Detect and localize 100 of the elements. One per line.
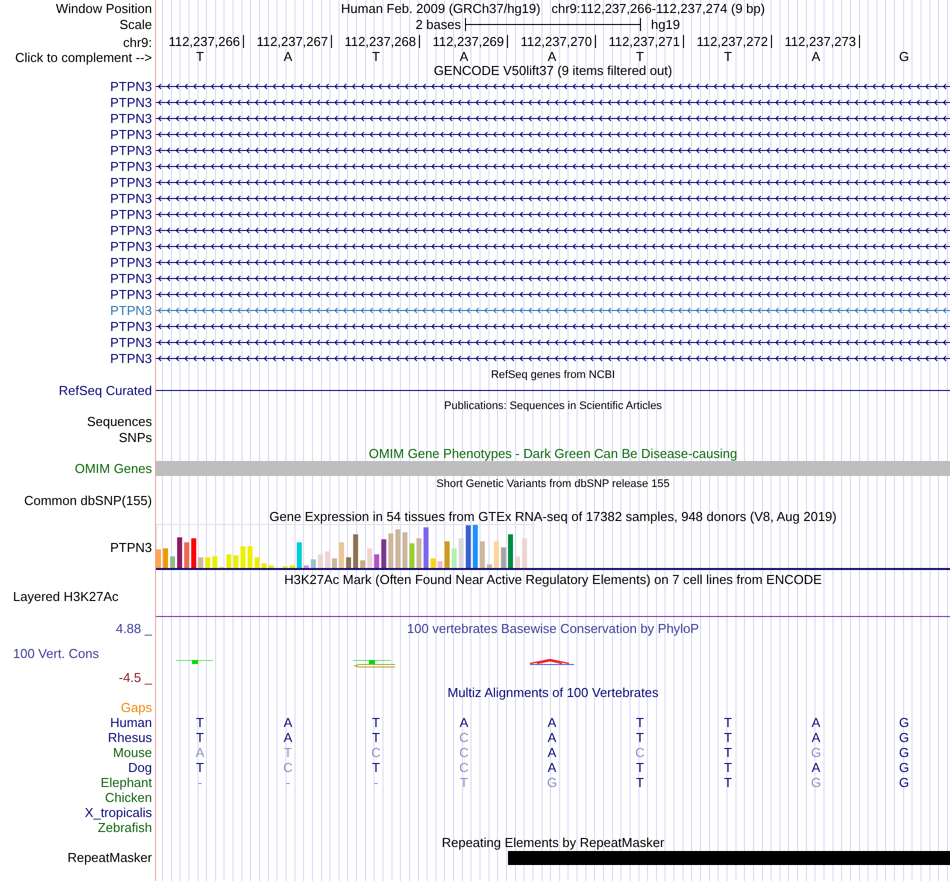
- aligned-base: A: [196, 746, 204, 760]
- gene-line[interactable]: [156, 164, 950, 170]
- track-label[interactable]: 100 Vert. Cons: [13, 646, 99, 660]
- scale-label: Scale: [119, 16, 152, 32]
- track-label[interactable]: Sequences: [86, 414, 152, 429]
- gene-line[interactable]: [156, 340, 950, 346]
- base-letter: A: [460, 50, 468, 64]
- aligned-base: T: [636, 776, 644, 790]
- conservation-score-mark: [176, 660, 214, 664]
- aligned-base: A: [548, 730, 556, 744]
- track-title: Short Genetic Variants from dbSNP release 155: [436, 476, 670, 492]
- gene-line[interactable]: [156, 116, 950, 122]
- aligned-base: A: [812, 716, 820, 730]
- omim-feature-bar[interactable]: [156, 461, 950, 476]
- track-title: 100 vertebrates Basewise Conservation by PhyloP: [407, 620, 699, 636]
- aligned-base: T: [724, 730, 732, 744]
- scale-length-label: 2 bases: [415, 16, 461, 32]
- track-title: Repeating Elements by RepeatMasker: [442, 835, 664, 850]
- aligned-base: C: [635, 746, 645, 760]
- expression-bar[interactable]: [381, 539, 386, 568]
- conservation-score-mark: [529, 658, 574, 665]
- genome-position: chr9:112,237,266-112,237,274 (9 bp): [551, 0, 765, 16]
- coordinate-label: 112,237,269: [432, 35, 508, 48]
- aligned-base: G: [810, 746, 822, 760]
- gene-line[interactable]: [156, 292, 950, 298]
- expression-bar[interactable]: [353, 534, 358, 568]
- gene-label[interactable]: PTPN3: [110, 302, 152, 318]
- aligned-base: -: [286, 776, 290, 790]
- base-letter: A: [284, 50, 292, 64]
- track-title: Publications: Sequences in Scientific Articles: [444, 398, 662, 414]
- gene-label[interactable]: PTPN3: [110, 142, 152, 158]
- gene-label[interactable]: PTPN3: [110, 222, 152, 238]
- base-letter: T: [372, 50, 380, 64]
- gene-line[interactable]: [156, 276, 950, 282]
- aligned-base: T: [724, 776, 732, 790]
- gene-label[interactable]: PTPN3: [110, 94, 152, 110]
- gene-line[interactable]: [156, 260, 950, 266]
- aligned-base: A: [548, 716, 556, 730]
- gene-line[interactable]: [156, 244, 950, 250]
- track-label[interactable]: RefSeq Curated: [58, 383, 152, 398]
- gene-line[interactable]: [156, 228, 950, 234]
- gene-label[interactable]: PTPN3: [110, 174, 152, 190]
- aligned-base: T: [196, 760, 204, 774]
- gene-line[interactable]: [156, 100, 950, 106]
- expression-bar[interactable]: [177, 537, 182, 568]
- coordinate-label: 112,237,272: [696, 35, 772, 48]
- gene-line[interactable]: [156, 356, 950, 362]
- coordinate-label: 112,237,267: [256, 35, 332, 48]
- track-label[interactable]: Common dbSNP(155): [24, 492, 152, 508]
- gene-label[interactable]: PTPN3: [110, 190, 152, 206]
- chromosome-label: chr9:: [123, 35, 152, 50]
- coordinate-label: 112,237,270: [520, 35, 596, 48]
- track-label[interactable]: OMIM Genes: [74, 461, 152, 476]
- aligned-base: A: [284, 730, 292, 744]
- base-letter: T: [196, 50, 204, 64]
- track-label[interactable]: PTPN3: [110, 540, 152, 554]
- gene-label[interactable]: PTPN3: [110, 286, 152, 302]
- gene-line[interactable]: [156, 212, 950, 218]
- aligned-base: T: [460, 776, 468, 790]
- aligned-base: C: [459, 746, 469, 760]
- conservation-score-mark: [352, 660, 396, 668]
- track-label[interactable]: SNPs: [118, 430, 152, 444]
- track-title: RefSeq genes from NCBI: [490, 368, 616, 383]
- species-label: Dog: [128, 760, 152, 775]
- gene-label[interactable]: PTPN3: [110, 350, 152, 366]
- gene-label[interactable]: PTPN3: [110, 110, 152, 126]
- expression-bar[interactable]: [466, 525, 471, 568]
- gene-line[interactable]: [156, 180, 950, 186]
- gene-label[interactable]: PTPN3: [110, 206, 152, 222]
- axis-min-label: -4.5 _: [118, 670, 152, 685]
- aligned-base: T: [284, 746, 292, 760]
- gene-label[interactable]: PTPN3: [110, 334, 152, 350]
- gene-label[interactable]: PTPN3: [110, 238, 152, 254]
- track-label[interactable]: RepeatMasker: [67, 850, 152, 865]
- window-position-label: Window Position: [56, 0, 152, 16]
- gene-line[interactable]: [156, 148, 950, 154]
- complement-link[interactable]: Click to complement -->: [15, 50, 152, 64]
- expression-bar[interactable]: [374, 554, 380, 568]
- gene-line[interactable]: [156, 324, 950, 330]
- aligned-base: A: [812, 730, 820, 744]
- gene-label[interactable]: PTPN3: [110, 254, 152, 270]
- expression-bar[interactable]: [424, 527, 429, 568]
- aligned-base: A: [548, 760, 556, 774]
- track-label[interactable]: Layered H3K27Ac: [13, 589, 119, 604]
- gene-label[interactable]: PTPN3: [110, 270, 152, 286]
- gene-line[interactable]: [156, 84, 950, 90]
- gene-line[interactable]: [156, 196, 950, 202]
- gene-line[interactable]: [156, 132, 950, 138]
- aligned-base: A: [548, 746, 556, 760]
- base-letter: A: [812, 50, 820, 64]
- aligned-base: T: [636, 760, 644, 774]
- gene-label[interactable]: PTPN3: [110, 318, 152, 334]
- gene-label[interactable]: PTPN3: [110, 158, 152, 174]
- repeat-element-bar[interactable]: [508, 850, 950, 864]
- track-title: Gene Expression in 54 tissues from GTEx RNA-seq of 17382 samples, 948 donors (V8, Aug 2019): [269, 508, 837, 524]
- aligned-base: G: [898, 760, 910, 774]
- aligned-base: G: [810, 776, 822, 790]
- expression-bar[interactable]: [346, 557, 352, 568]
- gene-label[interactable]: PTPN3: [110, 126, 152, 142]
- gene-label[interactable]: PTPN3: [110, 78, 152, 94]
